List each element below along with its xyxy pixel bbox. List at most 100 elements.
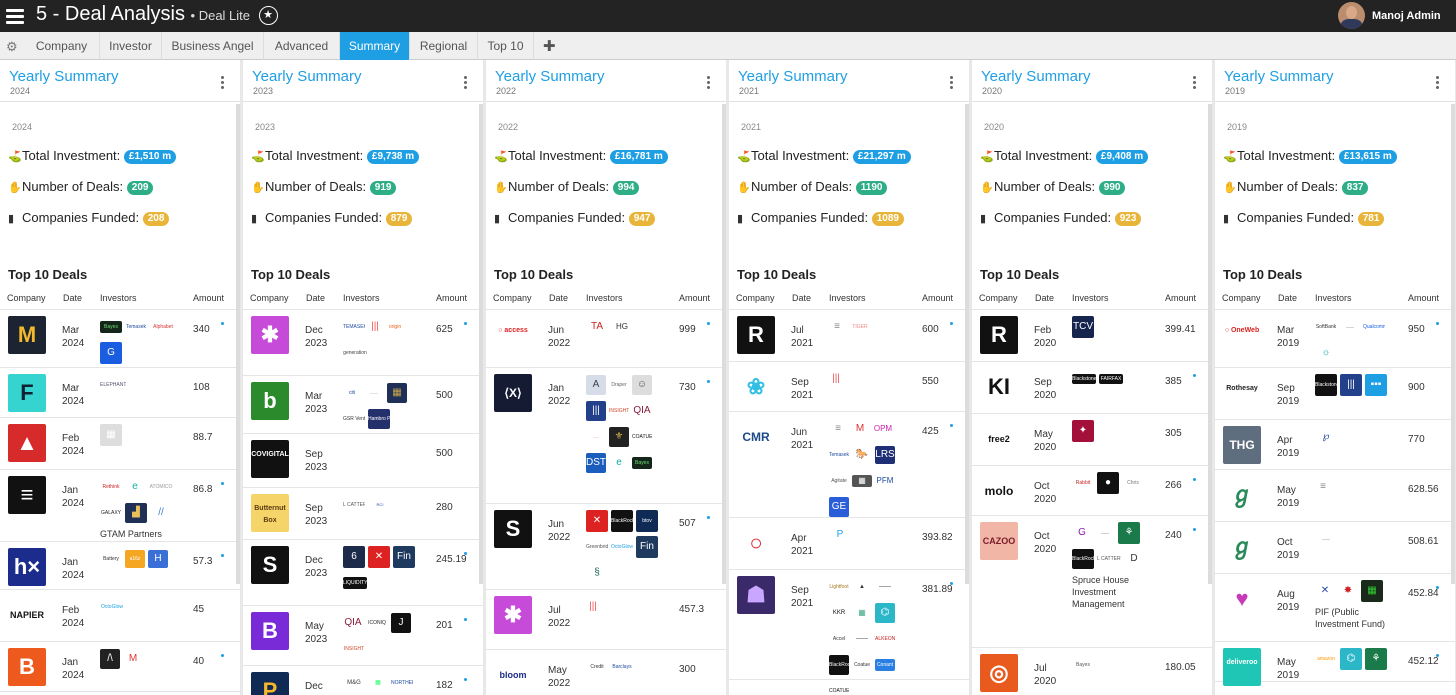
company-logo[interactable]: molo	[980, 472, 1018, 510]
investor-logo[interactable]: |||	[368, 317, 382, 337]
investor-logo[interactable]: SoftBank	[1315, 318, 1337, 336]
company-logo[interactable]: B	[251, 612, 289, 650]
investor-logo[interactable]: OctoGlow	[100, 603, 124, 611]
investor-logo[interactable]: ▲	[852, 582, 872, 592]
company-logo[interactable]: ❀	[737, 368, 775, 406]
investor-logo[interactable]: ✕	[368, 546, 390, 568]
investor-logo[interactable]: Rethink	[100, 482, 122, 492]
company-logo[interactable]: ○ access	[494, 316, 532, 354]
investor-logo[interactable]: a16z	[125, 550, 145, 568]
investor-logo[interactable]: ⚘	[1118, 522, 1140, 544]
tab-regional[interactable]: Regional	[410, 32, 478, 60]
company-logo[interactable]: b	[251, 382, 289, 420]
company-logo[interactable]: KI	[980, 368, 1018, 406]
table-row[interactable]: THG Apr 2019 770 ℘	[1215, 420, 1455, 470]
investor-logo[interactable]: INSIGHT	[343, 645, 365, 653]
investor-logo[interactable]: ≡	[1315, 478, 1331, 496]
investor-logo[interactable]: Fin	[636, 536, 658, 558]
investor-logo[interactable]: INSIGHT	[609, 406, 629, 416]
investor-logo[interactable]: L CATTERTON	[343, 501, 365, 509]
kebab-menu-icon[interactable]	[950, 76, 953, 91]
investor-logo[interactable]: LIQUIDITY	[343, 577, 367, 589]
company-logo[interactable]: S	[251, 546, 289, 584]
company-logo[interactable]: free2	[980, 420, 1018, 458]
company-logo[interactable]: M	[8, 316, 46, 354]
investor-logo[interactable]: ✦	[1072, 420, 1094, 442]
company-logo[interactable]: bloom	[494, 656, 532, 694]
table-row[interactable]: S Dec 2023 245.19 6 ✕ Fin LIQUIDITY	[243, 540, 483, 606]
kebab-menu-icon[interactable]	[464, 76, 467, 91]
investor-logo[interactable]: ATOMICO	[148, 483, 174, 491]
company-logo[interactable]: F	[8, 374, 46, 412]
investor-logo[interactable]: COATUE	[632, 432, 652, 442]
investor-logo[interactable]: Conant	[875, 659, 895, 671]
company-logo[interactable]: P	[251, 672, 289, 695]
table-row[interactable]: deliveroo May 2019 452.12 amazon ⌬ ⚘	[1215, 642, 1455, 686]
company-logo[interactable]: ✱	[251, 316, 289, 354]
investor-logo[interactable]: HG	[611, 321, 633, 333]
table-row[interactable]: ☗ Sep 2021 381.89 Lightfoot ▲ —— KKR ▦ ⌬ Accel —— AL…	[729, 570, 969, 695]
investor-logo[interactable]: /\	[100, 649, 120, 669]
investor-logo[interactable]: ▪▪▪	[1365, 374, 1387, 396]
investor-logo[interactable]: Hambro Perks	[368, 409, 390, 429]
company-logo[interactable]: B	[8, 648, 46, 686]
investor-logo[interactable]: QIA	[343, 614, 363, 632]
investor-logo[interactable]: //	[150, 505, 172, 521]
investor-logo[interactable]: BlackRock	[829, 655, 849, 675]
company-logo[interactable]: ◎	[980, 654, 1018, 692]
investor-logo[interactable]: ——	[364, 389, 384, 397]
user-name[interactable]: Manoj Admin	[1372, 0, 1441, 32]
table-row[interactable]: bloom May 2022 300 Credit Barclays	[486, 650, 726, 695]
table-row[interactable]: ♥ Aug 2019 452.84 ✕ ✸ ▦ PIF (Public Investment …	[1215, 574, 1455, 642]
investor-logo[interactable]: ELEPHANTS	[100, 381, 126, 389]
panel-scrollbar[interactable]	[479, 104, 483, 584]
company-logo[interactable]: COVIGITAL	[251, 440, 289, 478]
investor-logo[interactable]: DST	[586, 453, 606, 473]
company-logo[interactable]: S	[494, 510, 532, 548]
company-logo[interactable]: R	[737, 316, 775, 354]
investor-logo[interactable]: amazon	[1315, 653, 1337, 665]
tab-advanced[interactable]: Advanced	[264, 32, 340, 60]
investor-logo[interactable]: G	[100, 342, 122, 364]
table-row[interactable]: R Jul 2021 600 ≡ TIGER	[729, 310, 969, 362]
investor-logo[interactable]: ——	[1340, 323, 1360, 331]
investor-logo[interactable]: Barclays	[611, 663, 633, 671]
kebab-menu-icon[interactable]	[1193, 76, 1196, 91]
table-row[interactable]: ○ OneWeb Mar 2019 950 SoftBank —— Qualcomm ☼	[1215, 310, 1455, 368]
investor-name[interactable]: Spruce House Investment Management	[1072, 574, 1150, 610]
investor-logo[interactable]: ⌬	[1340, 648, 1362, 670]
investor-name[interactable]: GTAM Partners	[100, 528, 178, 540]
investor-logo[interactable]: Rabbit	[1072, 479, 1094, 487]
investor-logo[interactable]: Temasek	[125, 323, 147, 331]
investor-logo[interactable]: 6	[343, 546, 365, 568]
company-logo[interactable]: ○ OneWeb	[1223, 316, 1261, 354]
table-row[interactable]: ○ Apr 2021 393.82 P	[729, 518, 969, 570]
investor-logo[interactable]: ▦	[368, 678, 388, 688]
investor-logo[interactable]: BlackRock	[611, 510, 633, 532]
company-logo[interactable]: CMR	[737, 418, 775, 456]
kebab-menu-icon[interactable]	[707, 76, 710, 91]
investor-logo[interactable]: Bayes	[100, 321, 122, 333]
investor-logo[interactable]: TA	[586, 317, 608, 337]
company-logo[interactable]: Butternut Box	[251, 494, 289, 532]
table-row[interactable]: S Jun 2022 507 ✕ BlackRock btov GreenbridgeOcto…	[486, 504, 726, 590]
table-row[interactable]: b Mar 2023 500 citi —— ▦ GSR VenturesHambro Per…	[243, 376, 483, 434]
investor-logo[interactable]: Bayes	[632, 457, 652, 469]
investor-logo[interactable]: Credit	[586, 663, 608, 671]
company-logo[interactable]: R	[980, 316, 1018, 354]
investor-logo[interactable]: ▟	[125, 503, 147, 523]
table-row[interactable]: ℊ May 2019 628.56 ≡	[1215, 470, 1455, 522]
investor-logo[interactable]: A	[586, 375, 606, 395]
investor-logo[interactable]: GE	[829, 497, 849, 517]
investor-logo[interactable]: origin	[385, 317, 405, 337]
investor-logo[interactable]: ——	[1095, 529, 1115, 537]
table-row[interactable]: R Feb 2020 399.41 TCV	[972, 310, 1212, 362]
table-row[interactable]: Butternut Box Sep 2023 280 L CATTERTON RCI	[243, 488, 483, 540]
company-logo[interactable]: ≡	[8, 476, 46, 514]
hamburger-menu-icon[interactable]	[6, 6, 24, 26]
table-row[interactable]: ⟨X⟩ Jan 2022 730 A Draper ☺ ||| INSIGHT QIA … ⚜ COAT…	[486, 368, 726, 504]
investor-logo[interactable]: COATUE	[829, 686, 849, 695]
investor-logo[interactable]: ▦	[100, 424, 122, 446]
tab-summary[interactable]: Summary	[340, 32, 410, 60]
panel-scrollbar[interactable]	[1451, 104, 1455, 584]
